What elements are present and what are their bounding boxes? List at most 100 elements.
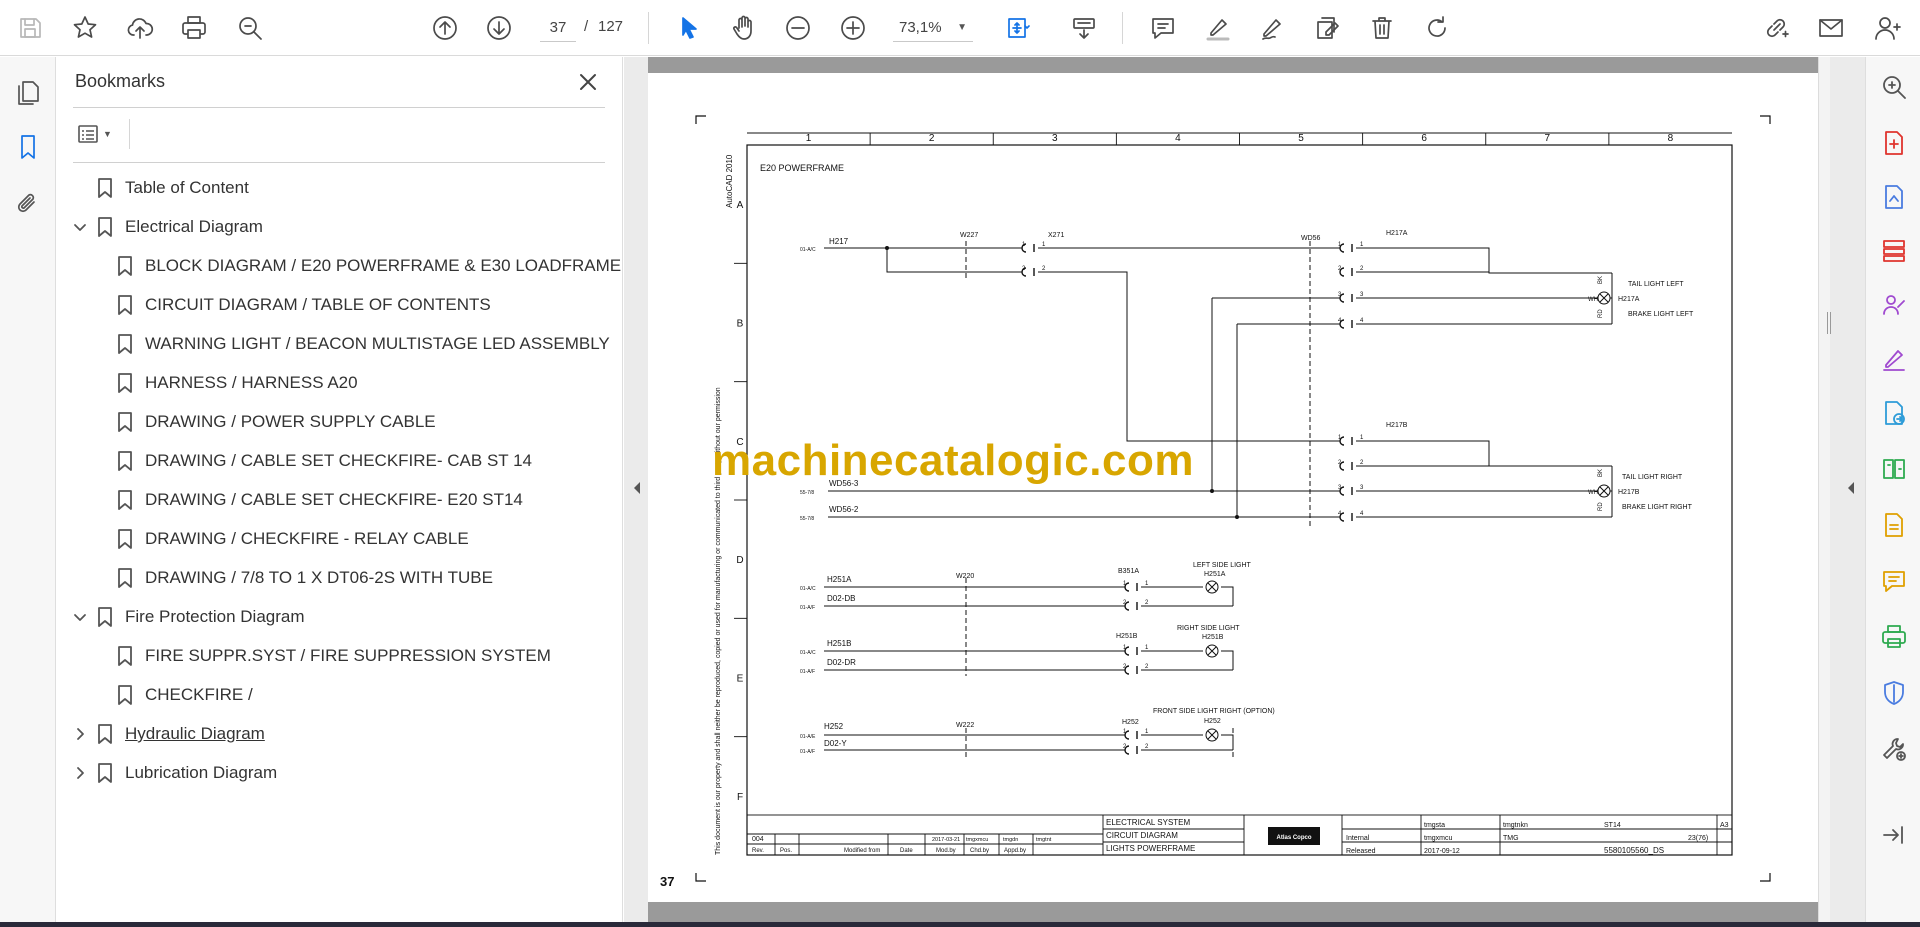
revision-approved-by: tmgtnt bbox=[1036, 837, 1052, 843]
bookmark-item[interactable]: Electrical Diagram bbox=[57, 211, 623, 243]
compare-files-icon[interactable] bbox=[1876, 451, 1912, 487]
watermark: machinecatalogic.com bbox=[712, 436, 1194, 485]
schematic-label: WH bbox=[1588, 490, 1598, 496]
vertical-scrollbar[interactable] bbox=[1818, 57, 1830, 922]
schematic-label: 01-A/C bbox=[800, 650, 816, 656]
email-icon[interactable] bbox=[1813, 10, 1849, 46]
trash-icon[interactable] bbox=[1364, 10, 1400, 46]
schematic-label: H251B bbox=[1202, 634, 1224, 641]
account-icon[interactable] bbox=[1869, 10, 1905, 46]
schematic-label: RD bbox=[1598, 502, 1604, 511]
bookmark-item[interactable]: DRAWING / CHECKFIRE - RELAY CABLE bbox=[57, 523, 623, 555]
bookmark-star-icon[interactable] bbox=[67, 10, 103, 46]
organize-pages-icon[interactable] bbox=[1876, 233, 1912, 269]
bookmark-item[interactable]: Table of Content bbox=[57, 172, 623, 204]
collapse-left-icon[interactable] bbox=[631, 478, 643, 498]
comment-icon[interactable] bbox=[1145, 10, 1181, 46]
bookmark-item[interactable]: Fire Protection Diagram bbox=[57, 601, 623, 633]
protect-icon[interactable] bbox=[1876, 675, 1912, 711]
drawing-owner: TMG bbox=[1503, 835, 1519, 842]
search-icon[interactable] bbox=[232, 10, 268, 46]
print-icon[interactable] bbox=[176, 10, 212, 46]
bookmark-item[interactable]: CHECKFIRE / bbox=[57, 679, 623, 711]
chevron-right-icon[interactable] bbox=[71, 725, 89, 743]
request-signatures-icon[interactable] bbox=[1876, 287, 1912, 323]
collapse-panel-icon[interactable] bbox=[1876, 817, 1912, 853]
bookmark-icon bbox=[116, 294, 134, 316]
zoom-dropdown[interactable]: 73,1% ▼ bbox=[893, 14, 973, 42]
select-arrow-icon[interactable] bbox=[671, 10, 707, 46]
bookmark-item[interactable]: Lubrication Diagram bbox=[57, 757, 623, 789]
bookmark-item[interactable]: DRAWING / CABLE SET CHECKFIRE- E20 ST14 bbox=[57, 484, 623, 516]
bookmark-icon bbox=[116, 333, 134, 355]
export-file-icon[interactable] bbox=[1876, 507, 1912, 543]
bookmark-label: Table of Content bbox=[125, 178, 249, 197]
create-pdf-icon[interactable] bbox=[1876, 179, 1912, 215]
comment-tool-icon[interactable] bbox=[1876, 563, 1912, 599]
bookmark-item[interactable]: BLOCK DIAGRAM / E20 POWERFRAME & E30 LOA… bbox=[57, 250, 623, 282]
more-tools-icon[interactable] bbox=[1876, 731, 1912, 767]
approved-by: tmgtnkn bbox=[1503, 822, 1528, 829]
chevron-down-icon[interactable] bbox=[71, 218, 89, 236]
bookmark-label: Electrical Diagram bbox=[125, 217, 263, 236]
schematic-label: 1 bbox=[1145, 729, 1149, 735]
sign-pen-icon[interactable] bbox=[1254, 10, 1290, 46]
bookmark-item[interactable]: CIRCUIT DIAGRAM / TABLE OF CONTENTS bbox=[57, 289, 623, 321]
schematic-label: 3 bbox=[1360, 292, 1364, 298]
highlight-pen-icon[interactable] bbox=[1200, 10, 1236, 46]
bookmark-options-button[interactable]: ▼ bbox=[77, 119, 123, 149]
bookmark-item[interactable]: DRAWING / POWER SUPPLY CABLE bbox=[57, 406, 623, 438]
bookmark-item[interactable]: HARNESS / HARNESS A20 bbox=[57, 367, 623, 399]
prev-page-icon[interactable] bbox=[427, 10, 463, 46]
collapse-right-icon[interactable] bbox=[1845, 478, 1857, 498]
left-navigation-rail bbox=[0, 57, 56, 922]
next-page-edge bbox=[648, 902, 1818, 922]
edit-stamp-icon[interactable] bbox=[1309, 10, 1345, 46]
chevron-right-icon[interactable] bbox=[71, 764, 89, 782]
confidentiality: Internal bbox=[1346, 835, 1370, 842]
system-title: CIRCUIT DIAGRAM bbox=[1106, 831, 1178, 840]
bookmark-item[interactable]: FIRE SUPPR.SYST / FIRE SUPPRESSION SYSTE… bbox=[57, 640, 623, 672]
bookmarks-icon[interactable] bbox=[10, 129, 46, 165]
bookmark-icon bbox=[116, 489, 134, 511]
column-label: 8 bbox=[1668, 133, 1674, 144]
schematic-label: H251B bbox=[1116, 633, 1138, 640]
schematic-label: B351A bbox=[1118, 568, 1139, 575]
cloud-upload-icon[interactable] bbox=[122, 10, 158, 46]
fit-page-icon[interactable] bbox=[996, 10, 1038, 46]
fill-sign-icon[interactable] bbox=[1876, 341, 1912, 377]
bookmark-label: DRAWING / CABLE SET CHECKFIRE- E20 ST14 bbox=[145, 490, 523, 509]
print-production-icon[interactable] bbox=[1876, 619, 1912, 655]
schematic-label: H217B bbox=[1618, 489, 1640, 496]
schematic-label: LEFT SIDE LIGHT bbox=[1193, 562, 1252, 569]
rotate-icon[interactable] bbox=[1419, 10, 1455, 46]
schematic-label: W227 bbox=[960, 232, 978, 239]
chevron-down-icon[interactable] bbox=[71, 608, 89, 626]
schematic-label: 01-A/F bbox=[800, 669, 815, 675]
schematic-label: W222 bbox=[956, 722, 974, 729]
scroll-grip[interactable] bbox=[1827, 312, 1831, 334]
bookmark-item[interactable]: DRAWING / CABLE SET CHECKFIRE- CAB ST 14 bbox=[57, 445, 623, 477]
next-page-icon[interactable] bbox=[481, 10, 517, 46]
zoom-out-icon[interactable] bbox=[780, 10, 816, 46]
page-number-input[interactable] bbox=[540, 14, 576, 42]
bookmark-item[interactable]: WARNING LIGHT / BEACON MULTISTAGE LED AS… bbox=[57, 328, 623, 360]
zoom-in-icon[interactable] bbox=[835, 10, 871, 46]
pages-icon[interactable] bbox=[10, 75, 46, 111]
zoom-icon[interactable] bbox=[1876, 69, 1912, 105]
close-icon[interactable] bbox=[575, 69, 601, 95]
save-icon[interactable] bbox=[12, 10, 48, 46]
link-share-icon[interactable] bbox=[1758, 10, 1794, 46]
hand-tool-icon[interactable] bbox=[726, 10, 762, 46]
bookmark-label: Fire Protection Diagram bbox=[125, 607, 305, 626]
bookmark-item[interactable]: DRAWING / 7/8 TO 1 X DT06-2S WITH TUBE bbox=[57, 562, 623, 594]
bookmark-item[interactable]: Hydraulic Diagram bbox=[57, 718, 623, 750]
schematic-label: 55-7/8 bbox=[800, 490, 814, 496]
schematic-label: 2 bbox=[1022, 266, 1026, 272]
scroll-mode-icon[interactable] bbox=[1064, 10, 1104, 46]
attachments-icon[interactable] bbox=[10, 185, 46, 221]
export-pdf-icon[interactable] bbox=[1876, 125, 1912, 161]
send-file-icon[interactable] bbox=[1876, 395, 1912, 431]
schematic-label: H217A bbox=[1386, 230, 1408, 237]
bookmark-label: Hydraulic Diagram bbox=[125, 724, 265, 743]
